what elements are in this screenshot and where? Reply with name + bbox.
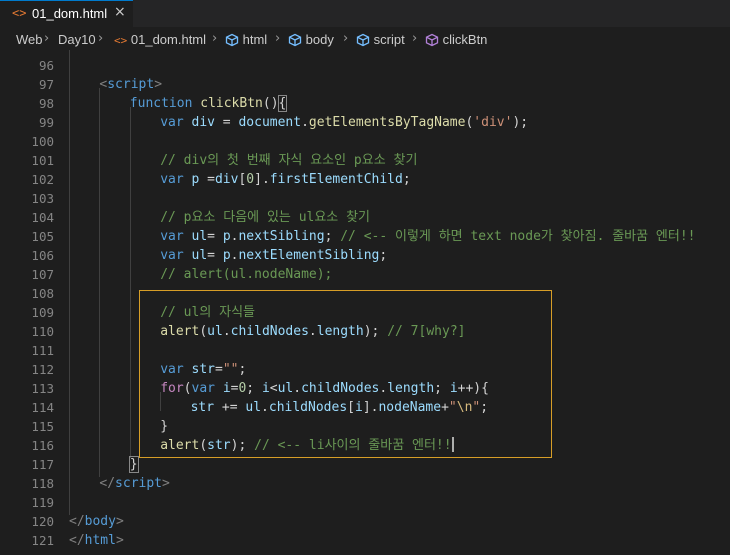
code-token: ; bbox=[379, 248, 388, 263]
chevron-right-icon: › bbox=[412, 31, 418, 46]
code-token: ; bbox=[402, 172, 411, 187]
code-token: ); bbox=[512, 115, 529, 130]
indent-guide bbox=[69, 50, 70, 515]
code-token: = bbox=[214, 115, 239, 130]
code-token: var bbox=[160, 115, 184, 130]
selection-highlight-box bbox=[139, 290, 552, 458]
chevron-right-icon: › bbox=[44, 31, 50, 46]
breadcrumb-script[interactable]: script bbox=[356, 32, 405, 47]
code-token: . bbox=[301, 115, 309, 130]
code-token: document bbox=[238, 115, 302, 130]
html-file-icon: <> bbox=[114, 34, 128, 47]
code-token: // div의 첫 번째 자식 요소인 p요소 찾기 bbox=[160, 153, 418, 168]
close-icon[interactable]: × bbox=[114, 4, 126, 20]
code-token: </ bbox=[69, 514, 85, 529]
code-token: = bbox=[207, 229, 223, 244]
breadcrumb-script-label: script bbox=[373, 32, 405, 47]
chevron-right-icon: › bbox=[98, 31, 104, 46]
code-token: var bbox=[160, 229, 184, 244]
html-file-icon: <> bbox=[12, 6, 27, 20]
code-token: function bbox=[129, 96, 193, 111]
code-token: html bbox=[84, 533, 116, 548]
code-token: nextElementSibling bbox=[238, 248, 380, 263]
code-line: </script> bbox=[99, 474, 169, 493]
code-token: script bbox=[115, 476, 163, 491]
symbol-field-icon bbox=[288, 33, 302, 47]
code-token: </ bbox=[69, 533, 85, 548]
code-token: div bbox=[214, 172, 239, 187]
breadcrumb: Web › Day10 › <> 01_dom.html › html › bo… bbox=[0, 28, 730, 50]
code-line: // p요소 다음에 있는 ul요소 찾기 bbox=[160, 208, 370, 227]
indent-guide bbox=[130, 107, 131, 458]
code-token: nextSibling bbox=[238, 229, 325, 244]
breadcrumb-clickbtn[interactable]: clickBtn bbox=[425, 32, 487, 47]
code-token: { bbox=[277, 95, 288, 112]
code-line: </body> bbox=[69, 512, 124, 531]
code-line: // alert(ul.nodeName); bbox=[160, 265, 332, 284]
code-token: p bbox=[222, 229, 231, 244]
code-token: > bbox=[115, 533, 124, 548]
editor-tab[interactable]: <> 01_dom.html × bbox=[0, 0, 133, 27]
code-token: ul bbox=[191, 229, 208, 244]
code-token: = bbox=[207, 248, 223, 263]
tab-bar: <> 01_dom.html × bbox=[0, 0, 730, 27]
breadcrumb-html-label: html bbox=[242, 32, 268, 47]
symbol-field-icon bbox=[356, 33, 370, 47]
code-token: firstElementChild bbox=[269, 172, 403, 187]
code-line: var p =div[0].firstElementChild; bbox=[160, 170, 410, 189]
code-token: clickBtn bbox=[200, 96, 263, 111]
code-line: var div = document.getElementsByTagName(… bbox=[160, 113, 528, 132]
code-token: var bbox=[160, 248, 184, 263]
code-token: div bbox=[191, 115, 215, 130]
breadcrumb-file[interactable]: <> 01_dom.html bbox=[114, 32, 206, 47]
code-token: </ bbox=[99, 476, 116, 491]
code-line: } bbox=[128, 455, 139, 474]
chevron-right-icon: › bbox=[343, 31, 349, 46]
code-token: getElementsByTagName bbox=[308, 115, 466, 130]
code-token: > bbox=[154, 77, 163, 92]
code-token: () bbox=[262, 96, 279, 111]
code-token: 0 bbox=[246, 172, 255, 187]
code-token: > bbox=[115, 514, 124, 529]
code-token: body bbox=[84, 514, 116, 529]
chevron-right-icon: › bbox=[275, 31, 281, 46]
code-token: ul bbox=[191, 248, 208, 263]
code-line: function clickBtn(){ bbox=[129, 94, 288, 113]
symbol-field-icon bbox=[225, 33, 239, 47]
breadcrumb-html[interactable]: html bbox=[225, 32, 267, 47]
breadcrumb-file-label: 01_dom.html bbox=[130, 32, 207, 47]
symbol-method-icon bbox=[425, 33, 439, 47]
chevron-right-icon: › bbox=[212, 31, 218, 46]
code-line: // div의 첫 번째 자식 요소인 p요소 찾기 bbox=[160, 151, 417, 170]
breadcrumb-body-label: body bbox=[305, 32, 334, 47]
breadcrumb-clickbtn-label: clickBtn bbox=[442, 32, 488, 47]
code-token: // p요소 다음에 있는 ul요소 찾기 bbox=[160, 210, 371, 225]
indent-guide bbox=[99, 88, 100, 477]
breadcrumb-day10[interactable]: Day10 bbox=[58, 32, 96, 47]
code-token: = bbox=[199, 172, 215, 187]
code-line: var ul= p.nextSibling; // <-- 이렇게 하면 tex… bbox=[160, 227, 695, 246]
code-token: // alert(ul.nodeName); bbox=[160, 267, 333, 282]
code-token: p bbox=[222, 248, 231, 263]
code-token: ]. bbox=[254, 172, 270, 187]
code-token: var bbox=[160, 172, 184, 187]
tab-title: 01_dom.html bbox=[32, 6, 108, 21]
code-line: </html> bbox=[69, 531, 124, 550]
breadcrumb-web[interactable]: Web bbox=[16, 32, 43, 47]
code-token: script bbox=[107, 77, 155, 92]
code-line: <script> bbox=[99, 75, 162, 94]
breadcrumb-body[interactable]: body bbox=[288, 32, 334, 47]
code-token: 'div' bbox=[473, 115, 513, 130]
code-token: > bbox=[162, 476, 170, 491]
code-token: // <-- 이렇게 하면 text node가 찾아짐. 줄바꿈 엔터!! bbox=[340, 229, 696, 244]
code-line: var ul= p.nextElementSibling; bbox=[160, 246, 387, 265]
code-token: ; bbox=[324, 229, 341, 244]
code-token: } bbox=[128, 456, 139, 473]
